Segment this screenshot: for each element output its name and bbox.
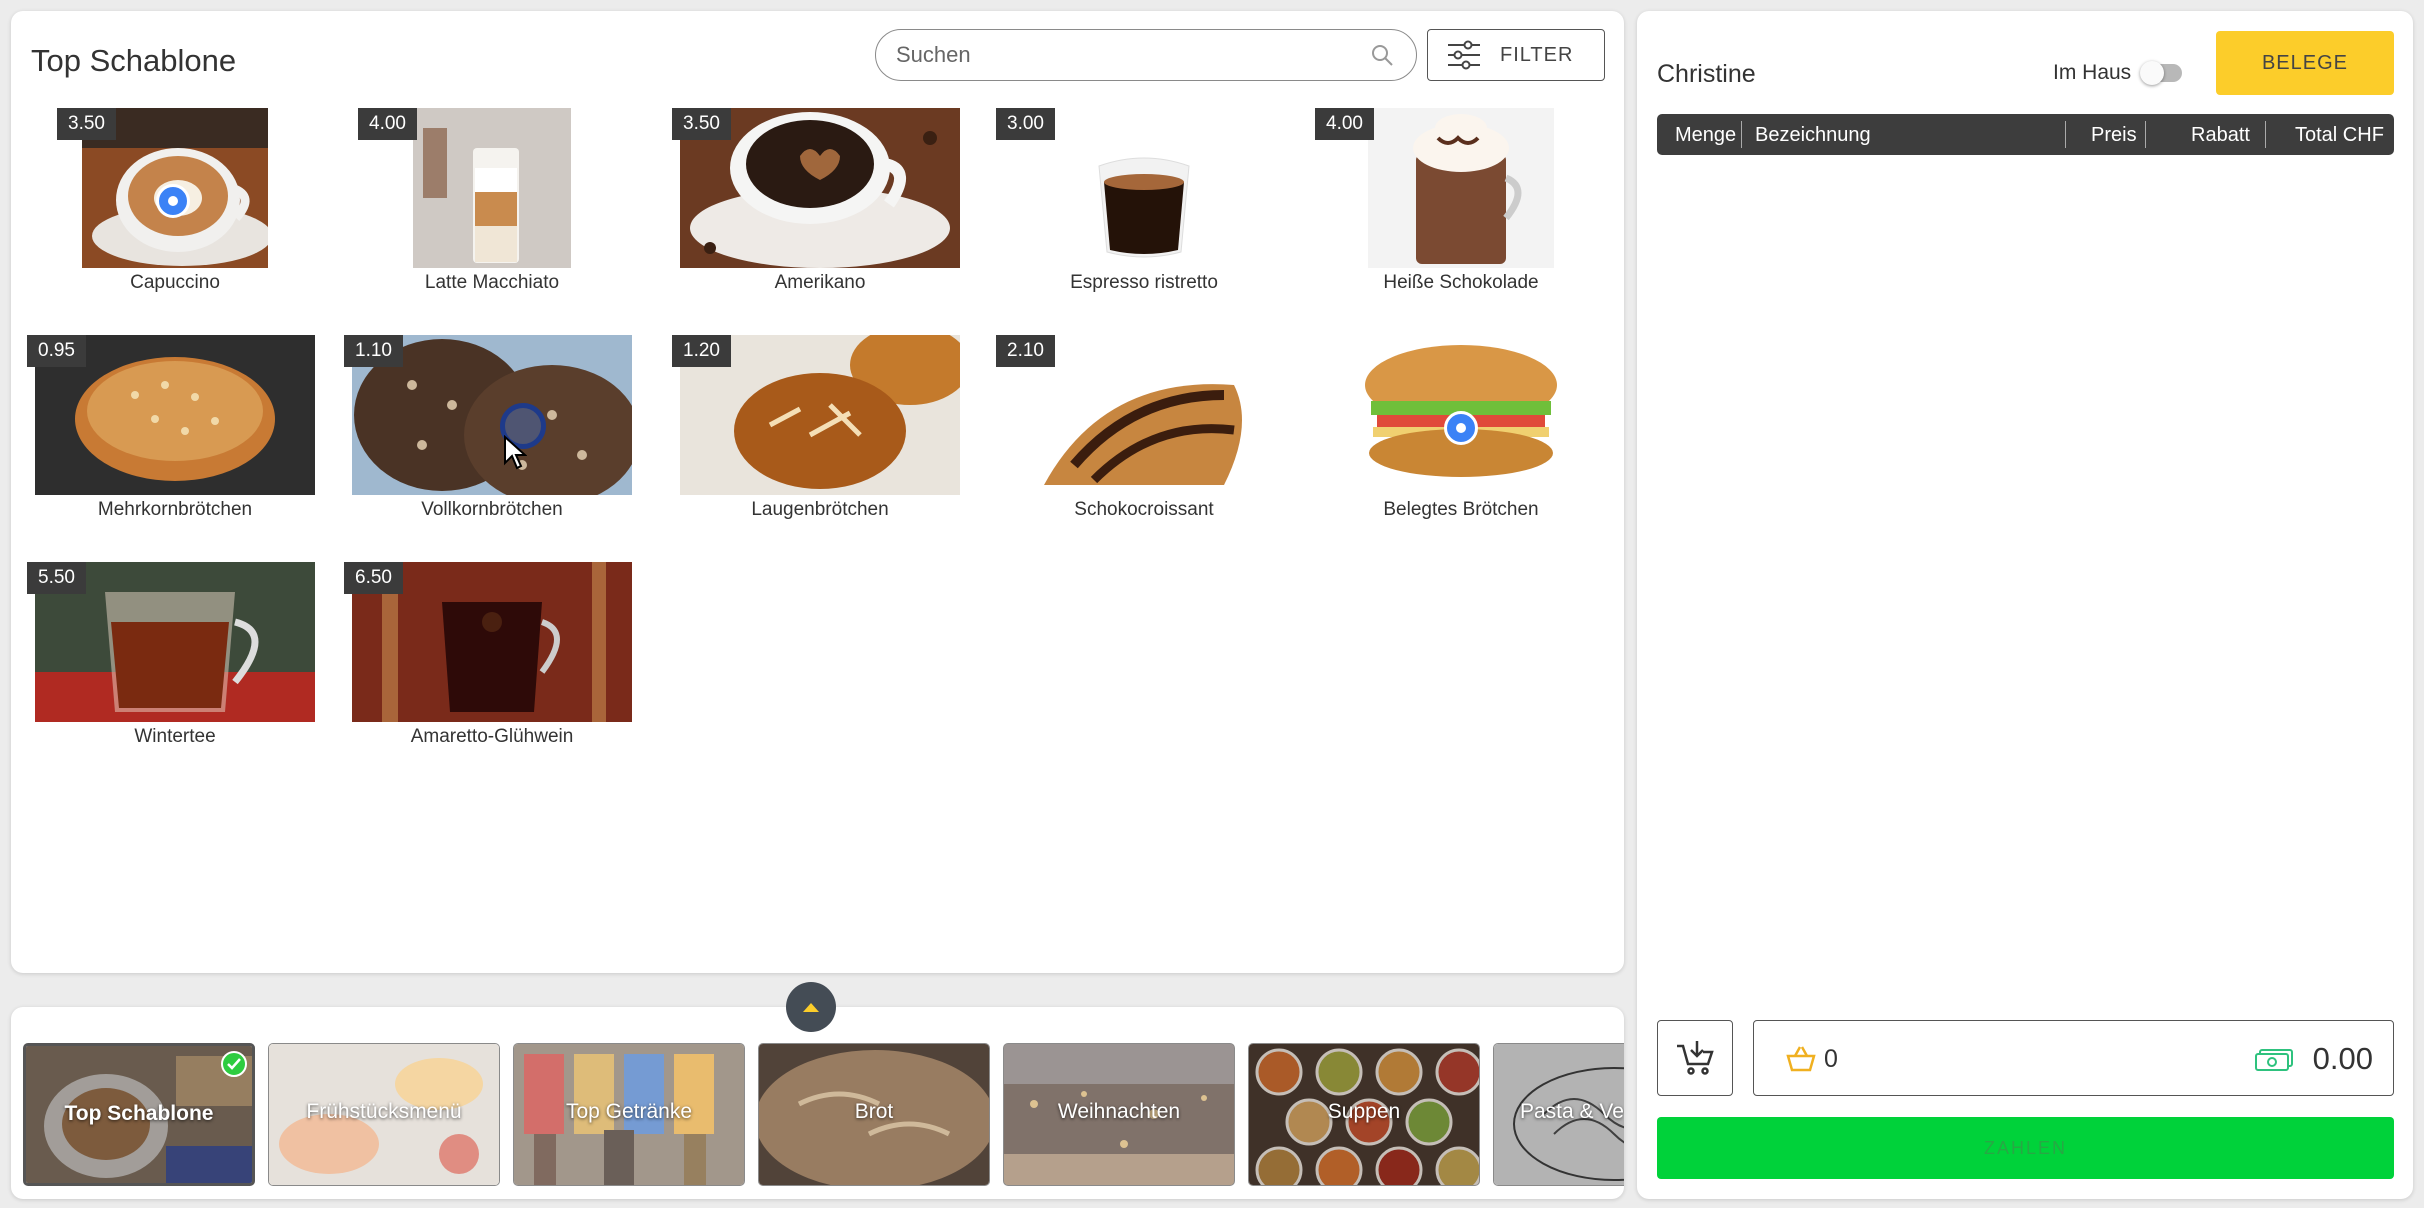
search-box[interactable]	[875, 29, 1417, 81]
price-badge: 5.50	[27, 562, 86, 594]
column-header-bezeichnung: Bezeichnung	[1755, 124, 1871, 146]
hot-chocolate-photo	[1368, 108, 1554, 268]
category-label: Suppen	[1327, 1100, 1401, 1123]
product-tile-vollkornbroetchen[interactable]: 1.10 Vollkornbrötchen	[344, 335, 640, 530]
cash-icon	[2255, 1049, 2293, 1071]
sandwich-photo	[1321, 335, 1601, 495]
product-name: Amaretto-Glühwein	[410, 726, 574, 747]
category-pasta[interactable]: Pasta & Ve	[1493, 1043, 1624, 1186]
column-header-preis: Preis	[2091, 124, 2137, 146]
product-tile-capuccino[interactable]: 3.50 Capuccino	[27, 108, 323, 303]
price-badge: 2.10	[996, 335, 1055, 367]
product-name: Schokocroissant	[1074, 499, 1214, 520]
price-badge: 3.50	[672, 108, 731, 140]
item-count: 0	[1824, 1045, 1838, 1073]
cart-download-icon	[1677, 1041, 1714, 1075]
product-name: Wintertee	[134, 726, 216, 747]
category-label: Top Getränke	[565, 1100, 693, 1123]
page-title: Top Schablone	[31, 43, 237, 78]
price-badge: 6.50	[344, 562, 403, 594]
product-name: Heiße Schokolade	[1383, 272, 1539, 293]
price-badge: 1.10	[344, 335, 403, 367]
product-tile-latte-macchiato[interactable]: 4.00 Latte Macchiato	[344, 108, 640, 303]
cart-summary: 0 0.00	[1753, 1020, 2394, 1096]
product-panel: Top Schablone FILTER	[11, 11, 1624, 973]
price-badge: 1.20	[672, 335, 731, 367]
category-brot[interactable]: Brot	[758, 1043, 990, 1186]
category-bar: Top Schablone Frühstücksmenü Top Getränk…	[11, 1007, 1624, 1199]
latte-macchiato-photo	[413, 108, 571, 268]
product-name: Laugenbrötchen	[751, 499, 889, 520]
category-top-getraenke[interactable]: Top Getränke	[513, 1043, 745, 1186]
category-top-schablone[interactable]: Top Schablone	[23, 1043, 255, 1186]
column-divider	[2145, 121, 2146, 148]
toggle-knob	[2140, 61, 2164, 85]
product-name: Belegtes Brötchen	[1383, 499, 1539, 520]
tile-marker-icon	[156, 184, 190, 218]
price-badge: 4.00	[358, 108, 417, 140]
category-weihnachten[interactable]: Weihnachten	[1003, 1043, 1235, 1186]
price-badge: 3.00	[996, 108, 1055, 140]
category-label: Frühstücksmenü	[306, 1100, 462, 1123]
column-divider	[2065, 121, 2066, 148]
category-suppen[interactable]: Suppen	[1248, 1043, 1480, 1186]
search-input[interactable]	[896, 30, 1336, 79]
inhouse-label: Im Haus	[2053, 61, 2132, 84]
category-fruehstuecksmenue[interactable]: Frühstücksmenü	[268, 1043, 500, 1186]
check-icon	[221, 1051, 247, 1077]
search-icon[interactable]	[1370, 43, 1394, 67]
product-tile-amaretto-gluehwein[interactable]: 6.50 Amaretto-Glühwein	[344, 562, 640, 757]
product-name: Vollkornbrötchen	[421, 499, 563, 520]
product-name: Capuccino	[130, 272, 220, 293]
product-tile-espresso[interactable]: 3.00 Espresso ristretto	[996, 108, 1292, 303]
product-tile-heisse-schokolade[interactable]: 4.00 Heiße Schokolade	[1313, 108, 1609, 303]
filter-button[interactable]: FILTER	[1427, 29, 1605, 81]
basket-icon	[1786, 1046, 1816, 1072]
product-tile-belegtes-broetchen[interactable]: Belegtes Brötchen	[1313, 335, 1609, 530]
user-name: Christine	[1657, 60, 1756, 88]
product-name: Latte Macchiato	[424, 272, 560, 293]
product-tile-mehrkornbroetchen[interactable]: 0.95 Mehrkornbrötchen	[27, 335, 323, 530]
receipt-table-header: Menge Bezeichnung Preis Rabatt Total CHF	[1657, 114, 2394, 155]
product-name: Amerikano	[774, 272, 866, 293]
category-label: Brot	[854, 1100, 894, 1123]
sliders-icon	[1448, 40, 1480, 70]
pay-button[interactable]: ZAHLEN	[1657, 1117, 2394, 1179]
category-label: Pasta & Ve	[1520, 1100, 1624, 1123]
column-header-total: Total CHF	[2295, 124, 2384, 146]
expand-categories-button[interactable]	[786, 982, 836, 1032]
tile-marker-icon	[1444, 411, 1478, 445]
product-tile-schokocroissant[interactable]: 2.10 Schokocroissant	[996, 335, 1292, 530]
chevron-up-icon	[803, 1003, 819, 1012]
total-amount: 0.00	[2312, 1041, 2373, 1076]
category-label: Top Schablone	[64, 1102, 214, 1125]
mouse-cursor-icon	[504, 435, 527, 470]
price-badge: 0.95	[27, 335, 86, 367]
column-header-rabatt: Rabatt	[2191, 124, 2250, 146]
price-badge: 3.50	[57, 108, 116, 140]
column-header-menge: Menge	[1675, 124, 1737, 146]
cart-download-button[interactable]	[1657, 1020, 1733, 1096]
product-tile-amerikano[interactable]: 3.50 Amerikano	[672, 108, 968, 303]
belege-button[interactable]: BELEGE	[2216, 31, 2394, 95]
inhouse-toggle[interactable]	[2140, 61, 2182, 85]
product-name: Espresso ristretto	[1070, 272, 1218, 293]
category-label: Weihnachten	[1057, 1100, 1181, 1123]
price-badge: 4.00	[1315, 108, 1374, 140]
receipt-panel: Christine Im Haus BELEGE Menge Bezeichnu…	[1637, 11, 2413, 1199]
filter-label: FILTER	[1500, 43, 1574, 66]
product-tile-wintertee[interactable]: 5.50 Wintertee	[27, 562, 323, 757]
product-tile-laugenbroetchen[interactable]: 1.20 Laugenbrötchen	[672, 335, 968, 530]
column-divider	[2265, 121, 2266, 148]
column-divider	[1741, 121, 1742, 148]
product-name: Mehrkornbrötchen	[97, 499, 253, 520]
